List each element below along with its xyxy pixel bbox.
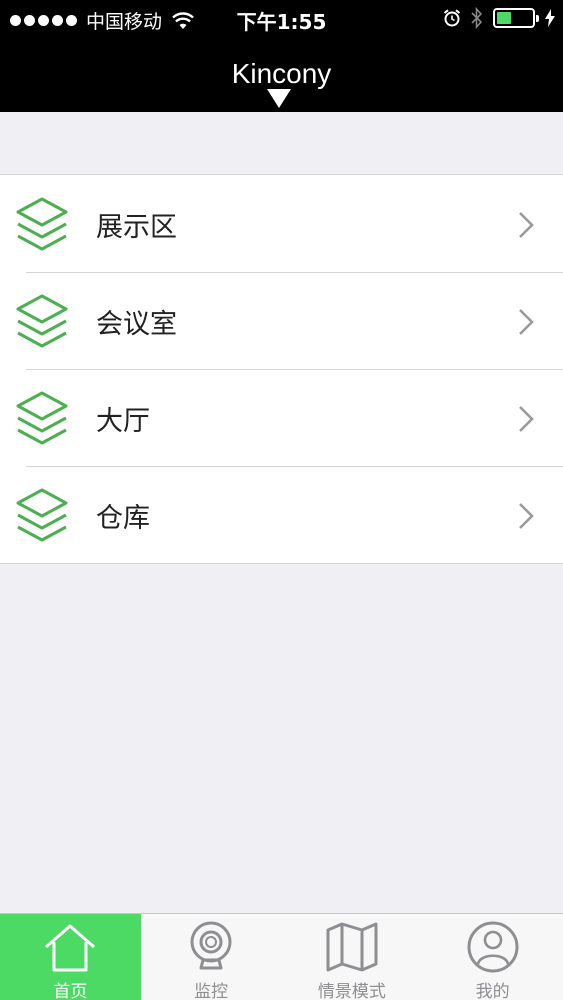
list-item-label: 会议室: [96, 309, 177, 340]
list-item[interactable]: 展示区: [0, 175, 563, 272]
nav-bar: Kincony: [0, 38, 563, 112]
battery-level: [497, 12, 511, 24]
home-icon: [45, 924, 96, 972]
dropdown-caret-icon[interactable]: [267, 89, 291, 108]
list-item-label: 大厅: [96, 406, 150, 437]
bluetooth-icon: [471, 7, 483, 29]
home-selector-title[interactable]: Kincony: [0, 58, 563, 90]
list-item[interactable]: 大厅: [0, 369, 563, 466]
alarm-icon: [443, 9, 461, 27]
camera-icon: [190, 921, 232, 970]
user-icon: [467, 921, 519, 973]
list-item[interactable]: 会议室: [0, 272, 563, 369]
chevron-right-icon: [519, 309, 534, 335]
battery-icon: [493, 8, 539, 28]
charging-icon: [545, 9, 555, 27]
chevron-right-icon: [519, 212, 534, 238]
tab-profile[interactable]: 我的: [422, 914, 563, 1000]
tab-profile-label: 我的: [475, 982, 510, 1000]
tab-scenes-label: 情景模式: [317, 982, 386, 1000]
tab-monitor-label: 监控: [194, 982, 229, 1000]
layers-icon: [16, 391, 68, 445]
tab-monitor[interactable]: 监控: [141, 914, 282, 1000]
layers-icon: [16, 294, 68, 348]
tab-home-label: 首页: [53, 982, 88, 1000]
layers-icon: [16, 488, 68, 542]
status-bar: 中国移动 下午1:55: [0, 0, 563, 38]
status-right: [443, 7, 555, 29]
map-icon: [326, 922, 378, 972]
chevron-right-icon: [519, 503, 534, 529]
layers-icon: [16, 197, 68, 251]
list-item[interactable]: 仓库: [0, 466, 563, 563]
list-item-label: 展示区: [96, 212, 177, 243]
tab-bar: 首页 监控 情景模式 我的: [0, 913, 563, 1000]
list-item-label: 仓库: [96, 503, 150, 534]
tab-scenes[interactable]: 情景模式: [282, 914, 423, 1000]
chevron-right-icon: [519, 406, 534, 432]
tab-home[interactable]: 首页: [0, 914, 141, 1000]
room-list: 展示区 会议室 大厅 仓库: [0, 174, 563, 564]
